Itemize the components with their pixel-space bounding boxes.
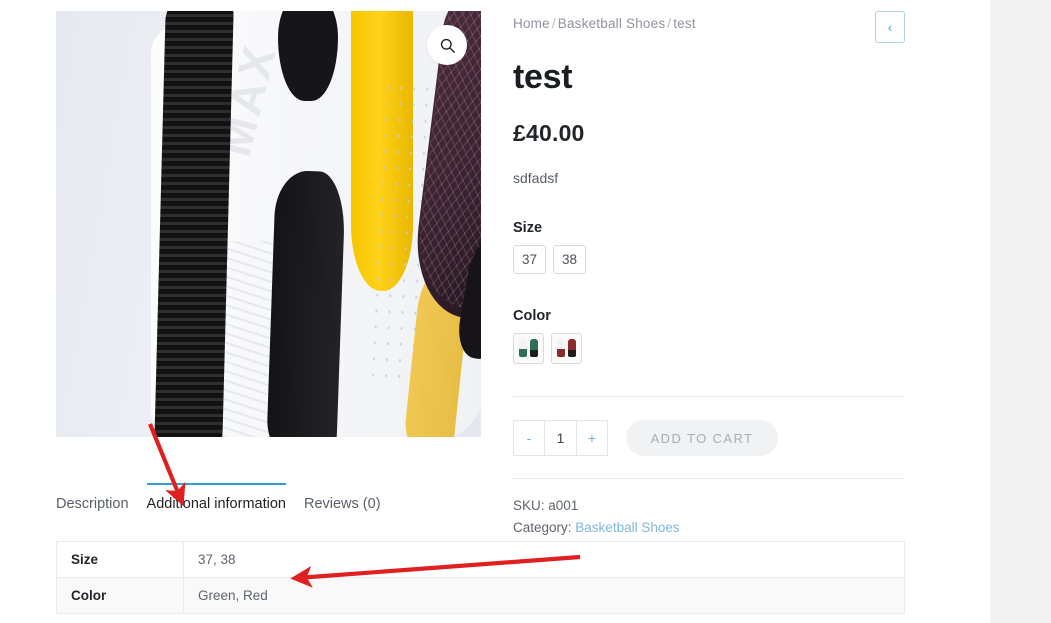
tab-list[interactable]: Description Additional information Revie… xyxy=(56,483,905,514)
product-image[interactable]: AIR MAX xyxy=(56,11,481,437)
size-option-37[interactable]: 37 xyxy=(513,245,547,275)
attribute-label-size: Size xyxy=(513,220,543,237)
chevron-left-icon: ‹ xyxy=(887,19,893,35)
category-link[interactable]: Basketball Shoes xyxy=(575,520,679,535)
add-to-cart-button[interactable]: ADD TO CART xyxy=(626,420,778,457)
breadcrumb-item-home[interactable]: Home xyxy=(513,16,550,31)
tab-underline-row xyxy=(56,486,905,496)
table-row: Size 37, 38 xyxy=(56,541,905,578)
prev-product-button[interactable]: ‹ xyxy=(875,11,905,43)
attribute-value-color: Green, Red xyxy=(198,588,268,603)
color-option-red[interactable] xyxy=(551,333,582,365)
attribute-options-color[interactable] xyxy=(513,333,905,365)
quantity-stepper[interactable]: - 1 + xyxy=(513,420,608,457)
attribute-name-size: Size xyxy=(56,541,184,578)
table-row: Color Green, Red xyxy=(56,577,905,614)
quantity-increase-button[interactable]: + xyxy=(577,420,608,457)
product-short-description: sdfadsf xyxy=(513,170,559,187)
attribute-value-size: 37, 38 xyxy=(198,552,236,567)
summary-divider-bottom xyxy=(513,478,905,480)
breadcrumb-separator: / xyxy=(551,16,556,31)
outsole-shape xyxy=(153,11,235,437)
add-to-cart-row: - 1 + ADD TO CART xyxy=(513,420,905,457)
breadcrumb-item-current: test xyxy=(673,16,696,31)
page-title: test xyxy=(513,58,573,96)
outsole-pod-lower xyxy=(265,169,347,437)
tab-additional-information[interactable]: Additional information xyxy=(146,483,287,514)
search-icon[interactable] xyxy=(427,25,467,65)
color-option-green[interactable] xyxy=(513,333,544,365)
quantity-input[interactable]: 1 xyxy=(544,420,577,457)
tab-description[interactable]: Description xyxy=(56,496,129,514)
product-summary: Home / Basketball Shoes / test test £40.00 s… xyxy=(513,0,905,539)
product-price: £40.00 xyxy=(513,120,585,147)
product-gallery[interactable]: AIR MAX xyxy=(56,11,481,437)
summary-divider-top xyxy=(513,396,905,398)
product-page: AIR MAX Home/Basketball Shoes/test test … xyxy=(0,0,1051,623)
additional-information-table: Size 37, 38 Color Green, Red xyxy=(56,541,905,614)
attribute-name-color: Color xyxy=(56,577,184,614)
breadcrumb: Home / Basketball Shoes / test xyxy=(513,16,905,31)
category-label: Category: xyxy=(513,520,572,536)
tab-reviews[interactable]: Reviews (0) xyxy=(304,496,381,514)
product-tabs[interactable]: Description Additional information Revie… xyxy=(56,483,905,514)
size-option-38[interactable]: 38 xyxy=(553,245,587,275)
attribute-options-size[interactable]: 37 38 xyxy=(513,245,905,275)
product-category: Category: Basketball Shoes xyxy=(513,517,905,539)
shoe-thumbnail-icon xyxy=(555,337,578,360)
page-side-strip xyxy=(990,0,1051,623)
breadcrumb-item-category[interactable]: Basketball Shoes xyxy=(558,16,666,31)
attribute-label-color: Color xyxy=(513,308,551,325)
quantity-decrease-button[interactable]: - xyxy=(513,420,544,457)
shoe-thumbnail-icon xyxy=(517,337,540,360)
